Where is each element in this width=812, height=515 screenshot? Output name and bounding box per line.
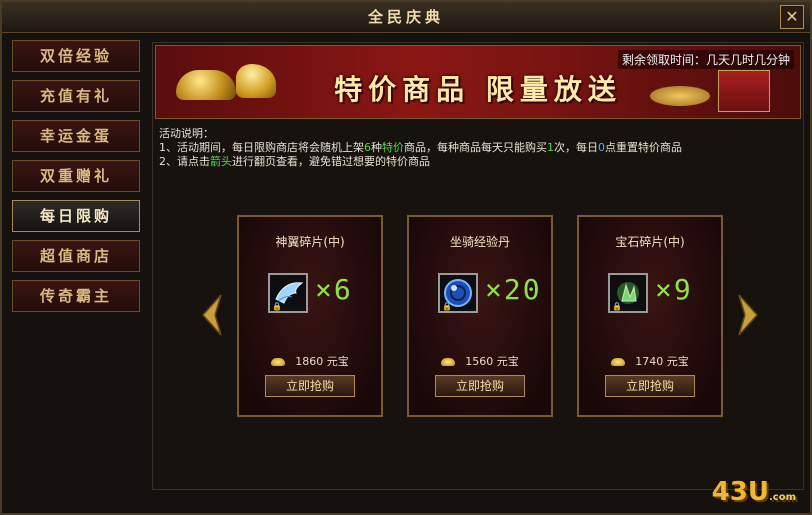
product-card: 坐骑经验丹 🔒 ×20 1560 元宝 立即抢购: [407, 215, 553, 417]
promo-banner: 特价商品 限量放送 剩余领取时间：几天几时几分钟: [155, 45, 801, 119]
site-logo: 43U.com: [711, 477, 796, 507]
lock-icon: 🔒: [442, 302, 452, 311]
ingot-icon: [611, 358, 626, 366]
product-name: 神翼碎片(中): [275, 235, 345, 249]
description-line-1: 1、活动期间，每日限购商店将会随机上架6种特价商品，每种商品每天只能购买1次，每…: [159, 141, 682, 154]
title-bar: 全民庆典 ✕: [2, 2, 810, 33]
close-button[interactable]: ✕: [780, 5, 804, 29]
ingot-icon: [271, 358, 286, 366]
product-card: 神翼碎片(中) 🔒 ×6 1860 元宝 立即抢购: [237, 215, 383, 417]
product-quantity: ×9: [655, 273, 693, 306]
product-name: 坐骑经验丹: [449, 235, 510, 249]
sidebar-item-value-shop[interactable]: 超值商店: [12, 240, 140, 272]
sidebar-item-daily-limited[interactable]: 每日限购: [12, 200, 140, 232]
product-price: 1740 元宝: [579, 353, 721, 369]
sidebar-item-lucky-egg[interactable]: 幸运金蛋: [12, 120, 140, 152]
lock-icon: 🔒: [612, 302, 622, 311]
product-price: 1860 元宝: [239, 353, 381, 369]
window-title: 全民庆典: [367, 8, 444, 26]
product-card: 宝石碎片(中) 🔒 ×9 1740 元宝 立即抢购: [577, 215, 723, 417]
prev-page-arrow-icon[interactable]: [201, 293, 223, 337]
celebration-window: 全民庆典 ✕ 双倍经验 充值有礼 幸运金蛋 双重赠礼 每日限购 超值商店 传奇霸…: [0, 0, 812, 515]
activity-description: 活动说明： 1、活动期间，每日限购商店将会随机上架6种特价商品，每种商品每天只能…: [159, 127, 799, 169]
next-page-arrow-icon[interactable]: [737, 293, 759, 337]
banner-title: 特价商品 限量放送: [334, 73, 622, 106]
sidebar-item-double-exp[interactable]: 双倍经验: [12, 40, 140, 72]
sidebar-item-double-gift[interactable]: 双重赠礼: [12, 160, 140, 192]
wing-icon[interactable]: 🔒: [268, 273, 308, 313]
ingot-icon: [441, 358, 456, 366]
main-panel: 特价商品 限量放送 剩余领取时间：几天几时几分钟 活动说明： 1、活动期间，每日…: [152, 42, 804, 490]
sidebar: 双倍经验 充值有礼 幸运金蛋 双重赠礼 每日限购 超值商店 传奇霸主: [12, 40, 142, 320]
green-gem-icon[interactable]: 🔒: [608, 273, 648, 313]
product-name: 宝石碎片(中): [615, 235, 685, 249]
lock-icon: 🔒: [272, 302, 282, 311]
sidebar-item-recharge-gift[interactable]: 充值有礼: [12, 80, 140, 112]
countdown-timer: 剩余领取时间：几天几时几分钟: [617, 50, 794, 69]
buy-now-button[interactable]: 立即抢购: [435, 375, 525, 397]
description-line-2: 2、请点击箭头进行翻页查看，避免错过想要的特价商品: [159, 155, 430, 168]
description-heading: 活动说明：: [159, 127, 214, 140]
product-quantity: ×6: [315, 273, 353, 306]
buy-now-button[interactable]: 立即抢购: [605, 375, 695, 397]
buy-now-button[interactable]: 立即抢购: [265, 375, 355, 397]
blue-orb-icon[interactable]: 🔒: [438, 273, 478, 313]
product-quantity: ×20: [485, 273, 542, 306]
product-price: 1560 元宝: [409, 353, 551, 369]
sidebar-item-legend-overlord[interactable]: 传奇霸主: [12, 280, 140, 312]
